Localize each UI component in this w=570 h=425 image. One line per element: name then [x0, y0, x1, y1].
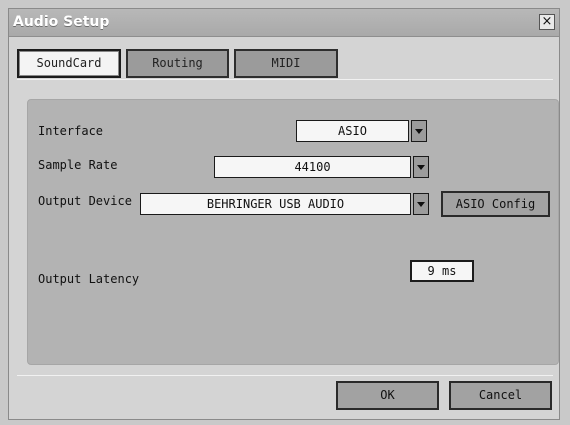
output-device-dropdown[interactable]: BEHRINGER USB AUDIO: [140, 193, 429, 215]
output-device-value: BEHRINGER USB AUDIO: [140, 193, 411, 215]
close-button[interactable]: ×: [539, 14, 555, 30]
sample-rate-label: Sample Rate: [38, 158, 118, 172]
asio-config-button[interactable]: ASIO Config: [441, 191, 550, 217]
tab-midi[interactable]: MIDI: [234, 49, 338, 78]
cancel-button[interactable]: Cancel: [449, 381, 552, 410]
chevron-down-icon[interactable]: [413, 156, 429, 178]
interface-dropdown[interactable]: ASIO: [296, 120, 427, 142]
tab-divider: [17, 79, 553, 80]
soundcard-panel: Interface ASIO Sample Rate 44100 Output …: [27, 99, 559, 365]
ok-button[interactable]: OK: [336, 381, 439, 410]
footer-divider: [17, 375, 553, 376]
output-latency-value: 9 ms: [410, 260, 474, 282]
tab-routing[interactable]: Routing: [126, 49, 229, 78]
interface-label: Interface: [38, 124, 104, 138]
tab-soundcard[interactable]: SoundCard: [17, 49, 121, 78]
title-bar: Audio Setup ×: [9, 9, 559, 37]
output-latency-label: Output Latency: [38, 272, 140, 286]
audio-setup-window: Audio Setup × SoundCard Routing MIDI Int…: [8, 8, 560, 420]
close-icon: ×: [541, 14, 553, 29]
chevron-down-icon[interactable]: [411, 120, 427, 142]
output-device-label: Output Device: [38, 194, 132, 208]
sample-rate-value: 44100: [214, 156, 411, 178]
chevron-down-icon[interactable]: [413, 193, 429, 215]
sample-rate-dropdown[interactable]: 44100: [214, 156, 429, 178]
interface-value: ASIO: [296, 120, 409, 142]
window-title: Audio Setup: [13, 14, 110, 30]
